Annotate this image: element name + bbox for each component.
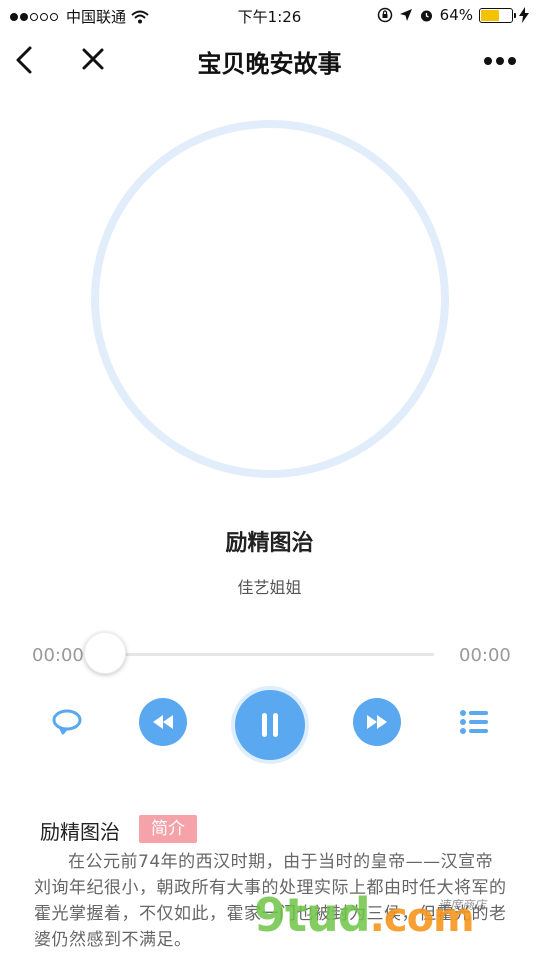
charging-icon [519,7,529,23]
location-icon [399,9,412,21]
watermark-small: 速度商店 [438,898,487,912]
track-artist: 佳艺姐姐 [237,578,302,597]
playlist-icon [460,710,488,734]
fast-forward-button[interactable] [353,698,401,746]
battery-icon [479,7,516,23]
current-time: 00:00 [32,645,84,666]
page-title: 宝贝晚安故事 [197,50,342,78]
album-disc [91,120,449,478]
total-time: 00:00 [459,645,511,666]
playlist-button[interactable] [455,703,493,741]
loop-icon [52,709,82,735]
more-dots-icon [484,57,492,65]
battery-percent: 64% [439,6,473,24]
status-right: 64% [377,6,529,24]
pause-icon [262,713,278,737]
more-button[interactable] [484,50,526,72]
rewind-icon [153,715,173,729]
watermark-main: 9tud [254,888,371,942]
intro-badge: 简介 [139,815,197,843]
fast-forward-icon [367,715,387,729]
description-title: 励精图治 [40,820,120,844]
status-bar: 中国联通 下午1:26 64% [0,0,539,30]
rotation-lock-icon [377,7,392,23]
loop-button[interactable] [48,703,86,741]
progress-thumb[interactable] [84,632,126,674]
pause-button[interactable] [235,690,305,760]
progress-track[interactable] [96,653,434,656]
track-title: 励精图治 [225,531,314,556]
rewind-button[interactable] [139,698,187,746]
alarm-icon [420,10,432,21]
